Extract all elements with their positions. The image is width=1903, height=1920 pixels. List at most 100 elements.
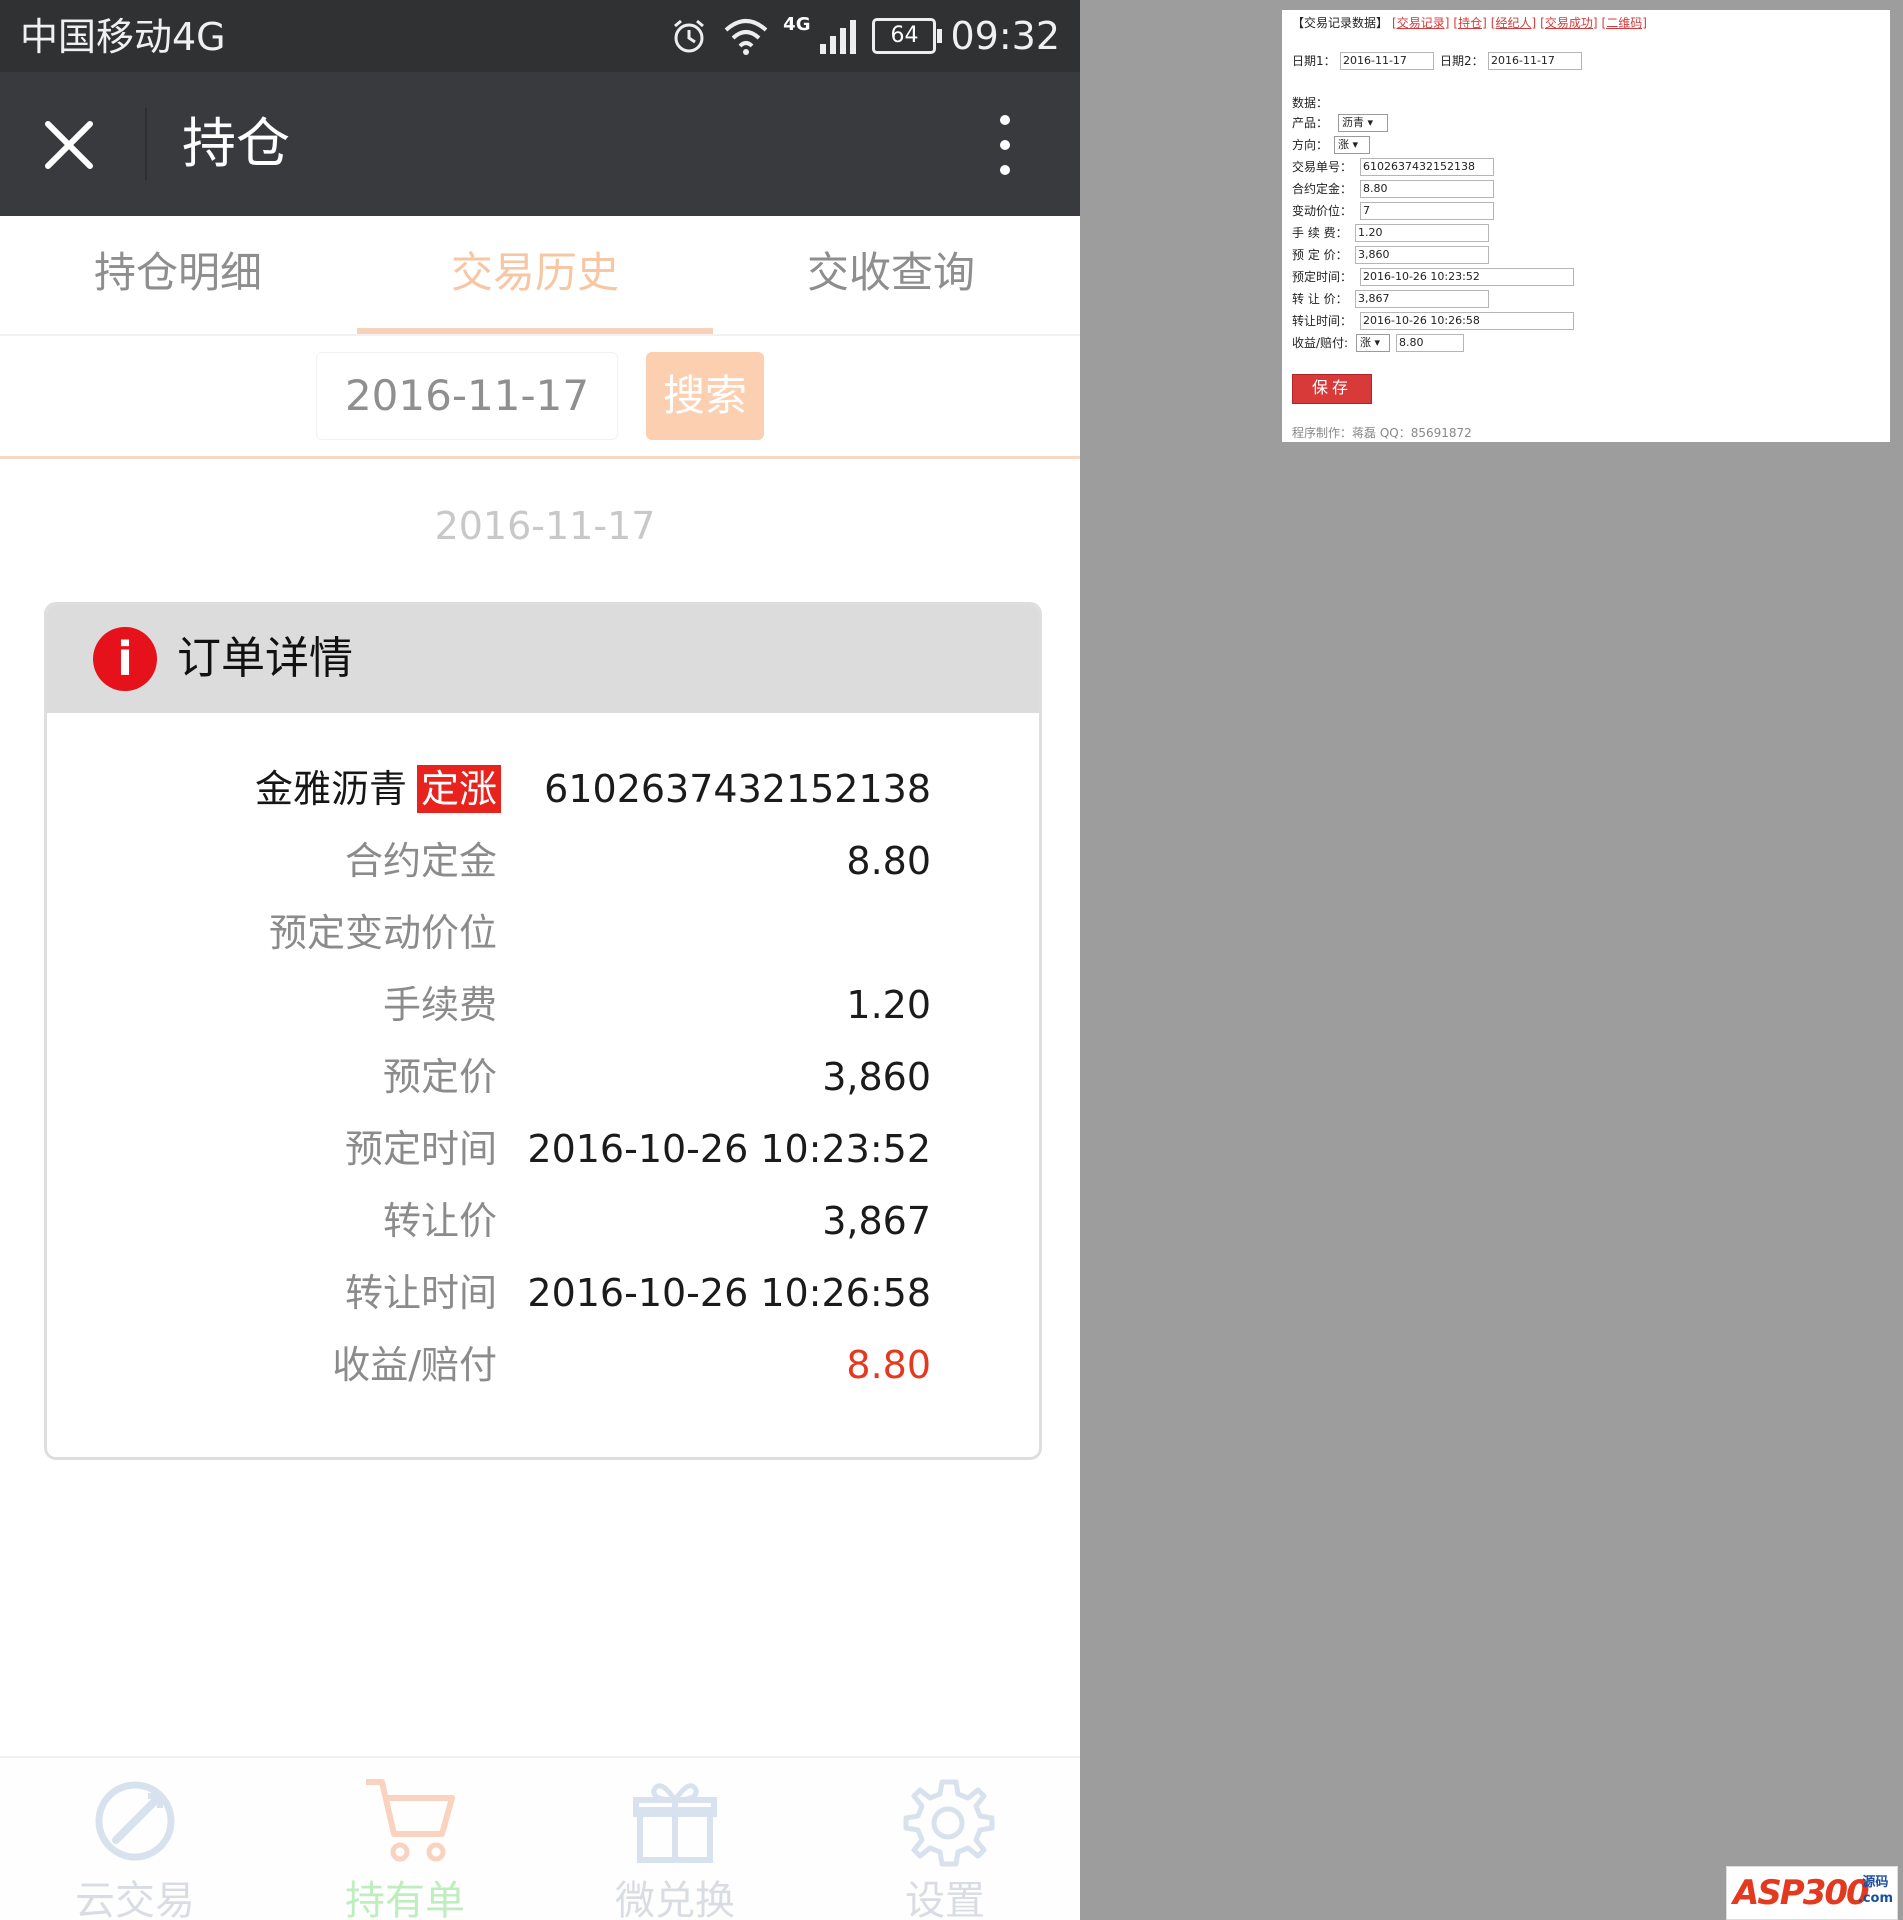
network-type: 4G (783, 13, 811, 35)
detail-label: 手续费 (382, 983, 497, 1027)
product-select-value: 沥青 (1342, 116, 1364, 129)
product-label: 金雅沥青 (254, 767, 407, 811)
page-title: 持仓 (182, 112, 290, 175)
detail-label: 预定时间 (344, 1127, 497, 1171)
detail-row: 手续费 1.20 (47, 973, 1039, 1037)
logo-sub-bottom: .com (1857, 1891, 1893, 1906)
detail-row: 预定时间 2016-10-26 10:23:52 (47, 1117, 1039, 1181)
transfer-time-input[interactable] (1360, 312, 1574, 330)
profit-direction-select[interactable]: 涨 ▾ (1356, 334, 1390, 352)
logo-subtext: 源码 .com (1858, 1875, 1893, 1907)
gear-icon (903, 1779, 995, 1867)
tab-settlement-query[interactable]: 交收查询 (713, 216, 1069, 334)
date1-label: 日期1： (1292, 54, 1336, 68)
detail-label: 转让价 (382, 1199, 497, 1243)
info-icon: i (93, 627, 157, 691)
admin-link-trade-success[interactable]: [交易成功] (1540, 16, 1597, 30)
nav-label: 持有单 (345, 1878, 465, 1920)
deposit-input[interactable] (1360, 180, 1494, 198)
detail-value: 2016-10-26 10:26:58 (527, 1271, 931, 1315)
nav-exchange[interactable]: 微兑换 (540, 1758, 810, 1920)
admin-field-label: 手 续 费： (1292, 226, 1348, 240)
credit-text: 程序制作：蒋磊 QQ：85691872 (1292, 426, 1472, 440)
admin-field-label: 预 定 价： (1292, 248, 1348, 262)
status-bar: 中国移动4G 4G 64 09:32 (0, 0, 1080, 72)
product-label: 产品： (1292, 116, 1329, 130)
date2-input[interactable] (1488, 52, 1582, 70)
nav-holdings[interactable]: 持有单 (270, 1758, 540, 1920)
history-date-heading: 2016-11-17 (434, 504, 656, 548)
trade-number-input[interactable] (1360, 158, 1494, 176)
detail-label: 收益/赔付 (332, 1343, 497, 1387)
more-vertical-icon (1000, 115, 1010, 175)
close-button[interactable] (38, 114, 100, 176)
reserve-price-input[interactable] (1355, 246, 1489, 264)
signal-icon (820, 20, 857, 54)
detail-row: 转让时间 2016-10-26 10:26:58 (47, 1261, 1039, 1325)
status-icons: 4G 64 09:32 (669, 8, 1060, 64)
direction-select-value: 涨 (1338, 138, 1349, 151)
fee-input[interactable] (1355, 224, 1489, 242)
date2-label: 日期2： (1440, 54, 1484, 68)
direction-badge: 定涨 (416, 765, 501, 813)
nav-label: 设置 (905, 1878, 985, 1920)
product-name: 金雅沥青 定涨 (255, 757, 501, 821)
save-button[interactable]: 保存 (1292, 374, 1372, 404)
transfer-price-input[interactable] (1355, 290, 1489, 308)
admin-header-title: 【交易记录数据】 (1292, 16, 1389, 30)
profit-row: 收益/赔付 8.80 (47, 1333, 1039, 1397)
reserve-time-input[interactable] (1360, 268, 1574, 286)
bottom-nav: 云交易 持有单 微兑换 设置 (0, 1756, 1080, 1920)
direction-label: 方向： (1292, 138, 1329, 152)
nav-cloud-trade[interactable]: 云交易 (0, 1758, 270, 1920)
search-button[interactable]: 搜索 (646, 352, 764, 440)
detail-row: 预定变动价位 (47, 901, 1039, 965)
detail-row: 转让价 3,867 (47, 1189, 1039, 1253)
detail-label: 预定价 (382, 1055, 497, 1099)
admin-link-positions[interactable]: [持仓] (1453, 16, 1486, 30)
date1-input[interactable] (1340, 52, 1434, 70)
gift-icon (633, 1783, 717, 1863)
alarm-icon (674, 19, 705, 53)
direction-select[interactable]: 涨 ▾ (1334, 136, 1370, 154)
order-detail-card: i 订单详情 金雅沥青 定涨 6102637432152138 合约定金 8.80… (44, 602, 1042, 1460)
admin-field-label: 转 让 价： (1292, 292, 1348, 306)
nav-label: 云交易 (75, 1878, 195, 1920)
product-select[interactable]: 沥青 ▾ (1338, 114, 1388, 132)
admin-field-label: 预定时间： (1292, 270, 1353, 284)
battery-icon: 64 (872, 18, 943, 54)
tab-trade-history[interactable]: 交易历史 (357, 216, 713, 334)
admin-link-brokers[interactable]: [经纪人] (1491, 16, 1536, 30)
wifi-icon (724, 19, 768, 55)
order-number: 6102637432152138 (544, 767, 931, 811)
tab-bar: 持仓明细 交易历史 交收查询 (0, 216, 1080, 336)
tick-input[interactable] (1360, 202, 1494, 220)
nav-settings[interactable]: 设置 (810, 1758, 1080, 1920)
title-divider (145, 108, 147, 180)
detail-value: 8.80 (846, 839, 931, 883)
clock: 09:32 (950, 14, 1060, 58)
admin-field-label: 变动价位： (1292, 204, 1353, 218)
admin-link-qrcode[interactable]: [二维码] (1602, 16, 1647, 30)
title-bar: 持仓 (0, 72, 1080, 216)
site-logo: ASP300 源码 .com (1726, 1866, 1898, 1920)
order-product-row: 金雅沥青 定涨 6102637432152138 (47, 757, 1039, 821)
admin-panel: 【交易记录数据】 [交易记录] [持仓] [经纪人] [交易成功] [二维码] 日期1： … (1282, 10, 1890, 442)
admin-field-label: 交易单号： (1292, 160, 1353, 174)
data-label: 数据： (1292, 96, 1329, 110)
admin-field-label: 转让时间： (1292, 314, 1353, 328)
tab-indicator (357, 328, 713, 334)
order-card-header: i 订单详情 (47, 605, 1039, 713)
logo-sub-top: 源码 (1862, 1875, 1889, 1890)
profit-input[interactable] (1396, 334, 1464, 352)
tab-positions[interactable]: 持仓明细 (0, 216, 356, 334)
search-bar: 搜索 (0, 336, 1080, 459)
order-card-title: 订单详情 (177, 633, 353, 684)
profit-value: 8.80 (846, 1343, 931, 1387)
date-input[interactable] (316, 352, 618, 440)
admin-link-trade-records[interactable]: [交易记录] (1392, 16, 1449, 30)
detail-value: 2016-10-26 10:23:52 (527, 1127, 931, 1171)
detail-label: 转让时间 (344, 1271, 497, 1315)
more-menu-button[interactable] (990, 112, 1020, 178)
close-icon (45, 121, 93, 169)
